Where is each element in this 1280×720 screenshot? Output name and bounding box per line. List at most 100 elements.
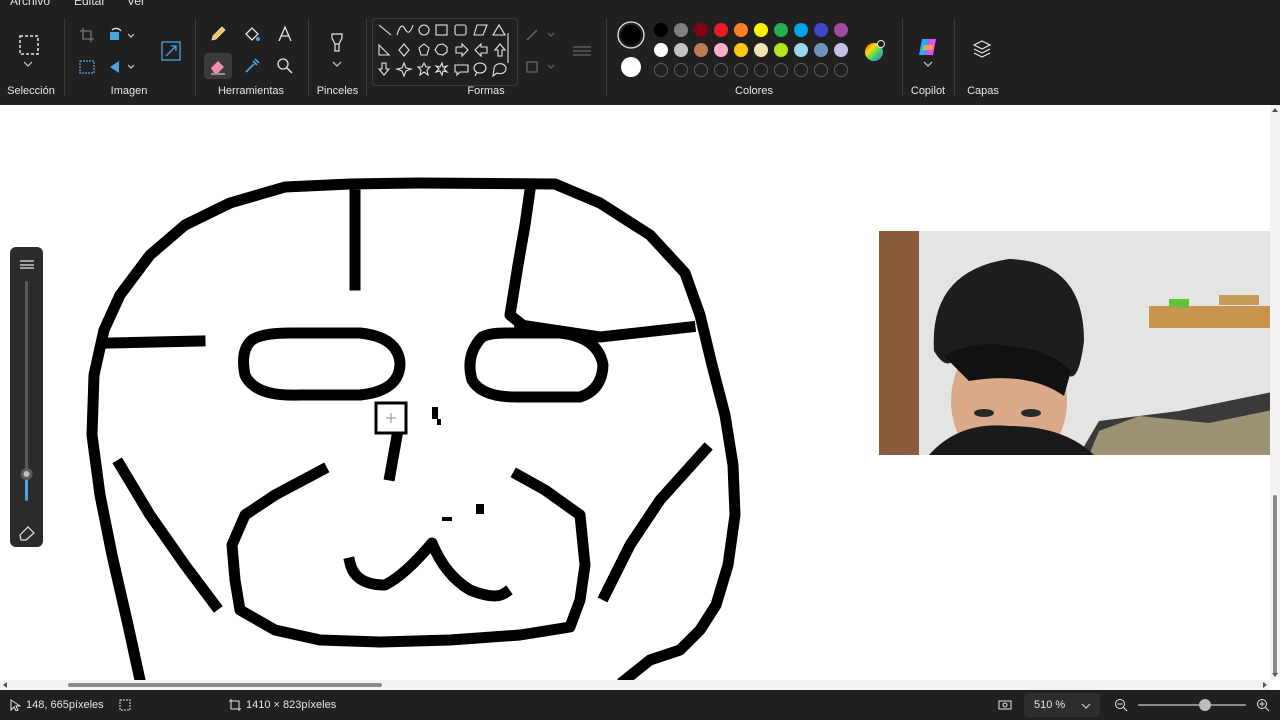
- menu-editar[interactable]: Editar: [74, 0, 105, 8]
- group-label-pinceles: Pinceles: [316, 85, 359, 97]
- remove-background-button[interactable]: [73, 54, 101, 80]
- select-rectangle-icon: [19, 35, 39, 55]
- palette-color-swatch[interactable]: [794, 23, 808, 37]
- color-picker-button[interactable]: [238, 53, 266, 79]
- shape-size-button[interactable]: [568, 38, 596, 64]
- rotate-button[interactable]: [107, 22, 135, 48]
- palette-color-swatch[interactable]: [734, 43, 748, 57]
- palette-color-swatch[interactable]: [754, 23, 768, 37]
- menu-ver[interactable]: Ver: [127, 0, 145, 8]
- custom-color-slot[interactable]: [694, 63, 708, 77]
- menu-bar: Archivo Editar Ver: [0, 0, 1280, 10]
- custom-color-slot[interactable]: [674, 63, 688, 77]
- flip-button[interactable]: [107, 54, 135, 80]
- chevron-down-icon: [923, 61, 933, 67]
- group-label-formas: Formas: [467, 85, 505, 97]
- shapes-scroll[interactable]: [503, 20, 513, 76]
- layers-icon: [972, 40, 992, 58]
- primary-color-button[interactable]: [616, 20, 646, 50]
- brushes-dropdown[interactable]: [323, 56, 351, 72]
- palette-color-swatch[interactable]: [834, 43, 848, 57]
- flip-icon: [110, 61, 135, 73]
- scroll-left-icon: [3, 682, 7, 688]
- eraser-button[interactable]: [204, 53, 232, 79]
- selection-size-icon: [119, 699, 131, 711]
- zoom-slider[interactable]: [1138, 699, 1246, 711]
- shapes-icons[interactable]: [373, 19, 517, 85]
- secondary-color-button[interactable]: [616, 52, 646, 82]
- custom-color-slot[interactable]: [754, 63, 768, 77]
- zoom-slider-thumb[interactable]: [1199, 699, 1211, 711]
- cursor-position: 148, 665píxeles: [26, 699, 104, 711]
- pencil-button[interactable]: [204, 21, 232, 47]
- brush-size-slider-graphic: [19, 260, 35, 541]
- group-label-copilot: Copilot: [910, 85, 946, 97]
- copilot-dropdown[interactable]: [920, 56, 936, 72]
- scroll-down-icon: [1272, 673, 1278, 677]
- palette-color-swatch[interactable]: [654, 23, 668, 37]
- vertical-scroll-thumb[interactable]: [1273, 495, 1277, 675]
- status-bar: 148, 665píxeles 1410 × 823píxeles 510 %: [0, 690, 1280, 720]
- horizontal-scroll-thumb[interactable]: [68, 683, 382, 687]
- palette-color-swatch[interactable]: [734, 23, 748, 37]
- fit-to-window-icon[interactable]: [998, 698, 1012, 712]
- custom-color-slot[interactable]: [714, 63, 728, 77]
- chevron-down-icon: [332, 61, 342, 67]
- crop-icon: [80, 28, 94, 42]
- brushes-button[interactable]: [323, 30, 351, 56]
- scroll-right-icon: [1263, 682, 1267, 688]
- eraser-icon: [211, 61, 225, 75]
- resize-button[interactable]: [157, 38, 185, 64]
- group-label-seleccion: Selección: [7, 85, 55, 97]
- palette-color-swatch[interactable]: [694, 43, 708, 57]
- palette-color-swatch[interactable]: [714, 43, 728, 57]
- ribbon: Selección Imagen Herramientas Pinceles F…: [0, 10, 1280, 106]
- select-dropdown[interactable]: [14, 56, 42, 72]
- stroke-size-icon: [573, 46, 591, 56]
- text-icon: [278, 25, 292, 42]
- palette-color-swatch[interactable]: [794, 43, 808, 57]
- palette-color-swatch[interactable]: [774, 23, 788, 37]
- fill-button[interactable]: [238, 21, 266, 47]
- divider: [954, 18, 955, 96]
- shape-fill-icon: [526, 61, 555, 73]
- menu-archivo[interactable]: Archivo: [10, 0, 50, 8]
- palette-color-swatch[interactable]: [674, 23, 688, 37]
- palette-color-swatch[interactable]: [694, 23, 708, 37]
- vertical-scrollbar[interactable]: [1270, 105, 1280, 680]
- crop-button[interactable]: [73, 22, 101, 48]
- palette-color-swatch[interactable]: [714, 23, 728, 37]
- cursor-icon: [10, 699, 21, 711]
- horizontal-scrollbar[interactable]: [0, 680, 1270, 690]
- layers-button[interactable]: [968, 36, 996, 62]
- zoom-out-icon[interactable]: [1114, 698, 1128, 712]
- custom-color-slot[interactable]: [814, 63, 828, 77]
- custom-color-slot[interactable]: [834, 63, 848, 77]
- palette-color-swatch[interactable]: [834, 23, 848, 37]
- palette-color-swatch[interactable]: [814, 43, 828, 57]
- palette-color-swatch[interactable]: [674, 43, 688, 57]
- eyedropper-icon: [245, 58, 260, 73]
- text-button[interactable]: [271, 21, 299, 47]
- brush-size-slider[interactable]: [10, 247, 43, 547]
- zoom-in-icon[interactable]: [1256, 698, 1270, 712]
- custom-color-slot[interactable]: [654, 63, 668, 77]
- divider: [64, 18, 65, 96]
- shape-outline-button[interactable]: [522, 22, 562, 48]
- edit-colors-button[interactable]: [860, 38, 888, 64]
- webcam-image: [879, 231, 1277, 455]
- palette-color-swatch[interactable]: [754, 43, 768, 57]
- custom-color-slot[interactable]: [794, 63, 808, 77]
- magnifier-button[interactable]: [271, 53, 299, 79]
- custom-color-slot[interactable]: [774, 63, 788, 77]
- canvas-size: 1410 × 823píxeles: [246, 699, 337, 711]
- divider: [308, 18, 309, 96]
- shapes-gallery: [372, 18, 518, 86]
- palette-color-swatch[interactable]: [654, 43, 668, 57]
- secondary-color-icon: [621, 57, 641, 77]
- shape-fill-button[interactable]: [522, 54, 562, 80]
- custom-color-slot[interactable]: [734, 63, 748, 77]
- palette-color-swatch[interactable]: [814, 23, 828, 37]
- palette-color-swatch[interactable]: [774, 43, 788, 57]
- zoom-level-select[interactable]: 510 %: [1024, 693, 1100, 717]
